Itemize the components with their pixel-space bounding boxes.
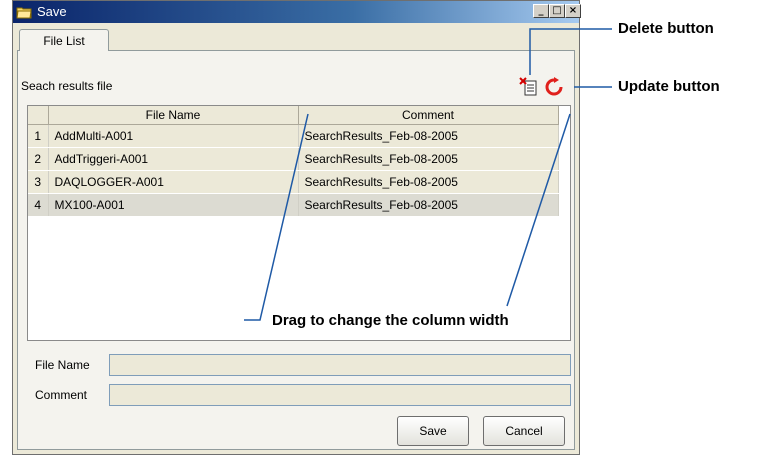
update-button-callout: Update button: [618, 78, 720, 95]
callout-lines: [244, 28, 612, 321]
drag-column-callout: Drag to change the column width: [272, 312, 509, 329]
delete-button-callout: Delete button: [618, 20, 714, 37]
